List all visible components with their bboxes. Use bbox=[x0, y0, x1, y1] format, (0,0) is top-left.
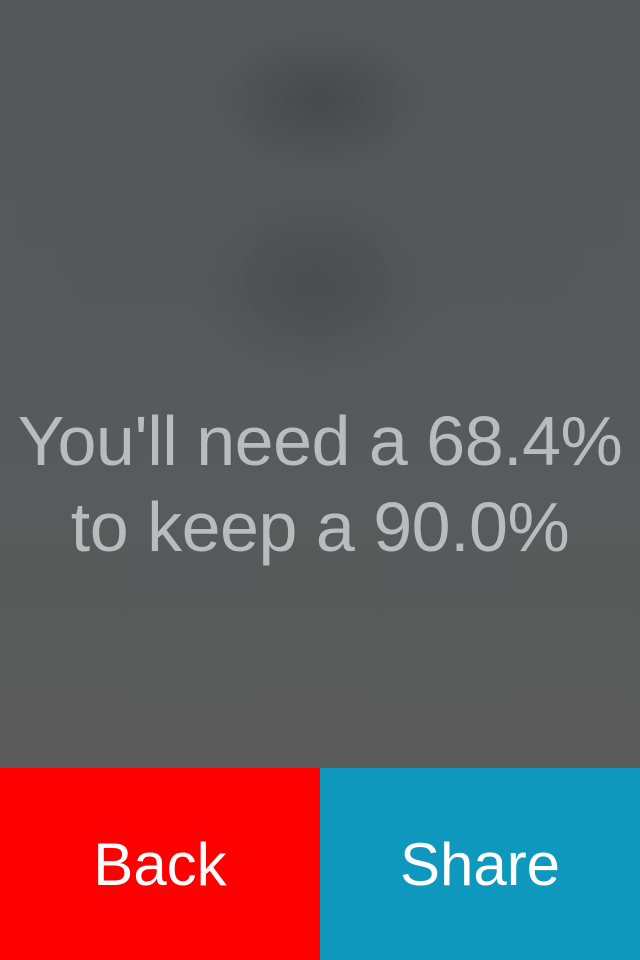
back-button-label: Back bbox=[93, 830, 227, 898]
share-button-label: Share bbox=[399, 830, 561, 898]
result-line-required-score: You'll need a 68.4% bbox=[17, 402, 623, 480]
result-screen: You'll need a 68.4% to keep a 90.0% Back… bbox=[0, 0, 640, 960]
result-message: You'll need a 68.4% to keep a 90.0% bbox=[0, 398, 640, 570]
blurred-background bbox=[0, 0, 640, 768]
bottom-action-bar: Back Share bbox=[0, 768, 640, 960]
result-line-target-grade: to keep a 90.0% bbox=[70, 488, 570, 566]
share-button[interactable]: Share bbox=[320, 768, 640, 960]
back-button[interactable]: Back bbox=[0, 768, 320, 960]
